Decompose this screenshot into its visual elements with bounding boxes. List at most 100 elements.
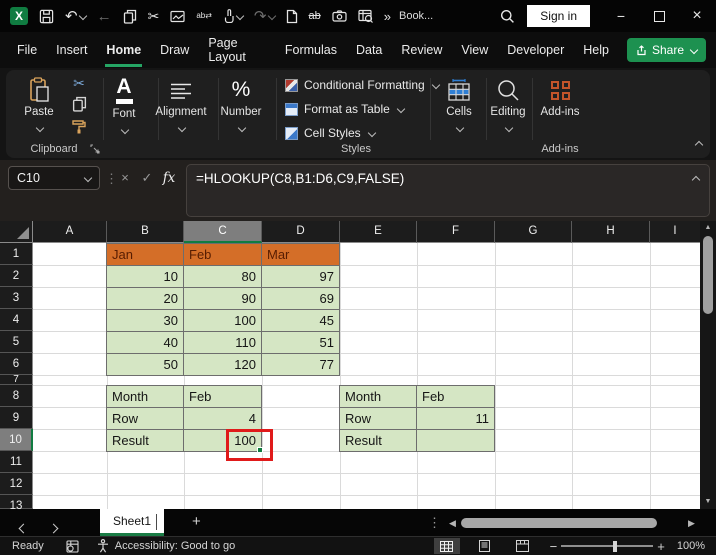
- column-header-g[interactable]: G: [495, 221, 572, 243]
- close-button[interactable]: ×: [678, 0, 716, 32]
- formula-input[interactable]: =HLOOKUP(C8,B1:D6,C9,FALSE): [186, 164, 710, 217]
- cell-d1[interactable]: Mar: [262, 244, 339, 265]
- tab-view[interactable]: View: [460, 33, 489, 67]
- alignment-group-button[interactable]: Alignment: [155, 75, 207, 136]
- cell-b2[interactable]: 10: [107, 266, 183, 287]
- column-header-c[interactable]: C: [184, 221, 262, 243]
- cell-e8[interactable]: Month: [340, 386, 416, 407]
- zoom-slider-thumb[interactable]: [613, 541, 617, 552]
- tab-help[interactable]: Help: [582, 33, 610, 67]
- vertical-scrollbar-thumb[interactable]: [703, 236, 713, 314]
- overflow-icon[interactable]: »: [384, 10, 391, 23]
- tab-draw[interactable]: Draw: [159, 33, 190, 67]
- row-header-4[interactable]: 4: [0, 309, 33, 331]
- copy-icon[interactable]: [123, 9, 137, 24]
- cell-f8[interactable]: Feb: [417, 386, 494, 407]
- cell-b4[interactable]: 30: [107, 310, 183, 331]
- horizontal-scrollbar-thumb[interactable]: [461, 518, 657, 528]
- search-icon[interactable]: [500, 9, 515, 24]
- insert-function-button[interactable]: fx: [160, 170, 178, 186]
- cells-group-button[interactable]: Cells: [435, 75, 483, 136]
- column-header-a[interactable]: A: [33, 221, 107, 243]
- column-header-e[interactable]: E: [340, 221, 417, 243]
- page-layout-view-button[interactable]: [472, 538, 498, 554]
- tab-page-layout[interactable]: Page Layout: [207, 26, 267, 74]
- addins-button[interactable]: Add-ins: [534, 75, 586, 118]
- row-header-13[interactable]: 13: [0, 495, 33, 509]
- share-button[interactable]: Share: [627, 38, 706, 62]
- cell-d5[interactable]: 51: [262, 332, 339, 353]
- tab-formulas[interactable]: Formulas: [284, 33, 338, 67]
- select-all-button[interactable]: [0, 221, 33, 243]
- minimize-button[interactable]: −: [602, 0, 640, 32]
- font-group-button[interactable]: A Font: [100, 75, 148, 138]
- new-file-icon[interactable]: [286, 9, 298, 24]
- zoom-in-button[interactable]: +: [657, 539, 665, 554]
- row-header-3[interactable]: 3: [0, 287, 33, 309]
- row-header-1[interactable]: 1: [0, 243, 33, 265]
- undo-button[interactable]: ↶: [65, 9, 86, 24]
- page-break-view-button[interactable]: [510, 538, 536, 554]
- cell-c8[interactable]: Feb: [184, 386, 261, 407]
- cell-styles-button[interactable]: Cell Styles: [285, 126, 375, 140]
- row-header-5[interactable]: 5: [0, 331, 33, 353]
- collapse-formula-bar-icon[interactable]: [692, 176, 700, 184]
- cancel-button[interactable]: ×: [116, 170, 134, 185]
- name-box[interactable]: C10: [8, 166, 100, 190]
- cell-c9[interactable]: 4: [184, 408, 261, 429]
- vertical-scrollbar[interactable]: ▲ ▼: [700, 221, 716, 509]
- macro-record-icon[interactable]: [66, 540, 79, 553]
- zoom-slider[interactable]: [561, 540, 653, 552]
- add-sheet-button[interactable]: +: [192, 513, 201, 530]
- strikethrough-icon[interactable]: ab: [309, 11, 321, 22]
- column-header-f[interactable]: F: [417, 221, 495, 243]
- cell-c3[interactable]: 90: [184, 288, 261, 309]
- scroll-up-icon[interactable]: ▲: [700, 224, 716, 231]
- zoom-out-button[interactable]: −: [550, 539, 558, 554]
- cell-b9[interactable]: Row: [107, 408, 183, 429]
- tab-file[interactable]: File: [16, 33, 38, 67]
- sign-in-button[interactable]: Sign in: [527, 5, 590, 27]
- cell-b3[interactable]: 20: [107, 288, 183, 309]
- format-as-table-button[interactable]: Format as Table: [285, 102, 404, 116]
- cell-b5[interactable]: 40: [107, 332, 183, 353]
- paste-button[interactable]: Paste: [16, 75, 62, 136]
- row-header-6[interactable]: 6: [0, 353, 33, 375]
- normal-view-button[interactable]: [434, 538, 460, 554]
- cell-d6[interactable]: 77: [262, 354, 339, 375]
- cell-c6[interactable]: 120: [184, 354, 261, 375]
- cell-c4[interactable]: 100: [184, 310, 261, 331]
- tab-data[interactable]: Data: [355, 33, 383, 67]
- accessibility-icon[interactable]: [97, 539, 109, 553]
- row-header-7[interactable]: 7: [0, 375, 33, 385]
- tab-review[interactable]: Review: [400, 33, 443, 67]
- cell-c2[interactable]: 80: [184, 266, 261, 287]
- editing-group-button[interactable]: Editing: [484, 75, 532, 136]
- column-header-b[interactable]: B: [107, 221, 184, 243]
- save-icon[interactable]: [39, 9, 54, 24]
- tab-insert[interactable]: Insert: [55, 33, 88, 67]
- touch-mode-button[interactable]: [223, 9, 243, 23]
- maximize-button[interactable]: [640, 0, 678, 32]
- enter-button[interactable]: ✓: [138, 170, 156, 186]
- sheet-options-icon[interactable]: ⋮: [428, 515, 441, 531]
- sheet-tab-sheet1[interactable]: Sheet1: [100, 509, 164, 536]
- cell-e10[interactable]: Result: [340, 430, 416, 451]
- row-header-2[interactable]: 2: [0, 265, 33, 287]
- cell-b1[interactable]: Jan: [107, 244, 183, 265]
- next-sheet-button[interactable]: [48, 519, 57, 537]
- number-group-button[interactable]: % Number: [217, 75, 265, 136]
- cell-f9[interactable]: 11: [417, 408, 494, 429]
- cell-d3[interactable]: 69: [262, 288, 339, 309]
- scroll-down-icon[interactable]: ▼: [700, 498, 716, 505]
- cell-d4[interactable]: 45: [262, 310, 339, 331]
- dialog-launcher-icon[interactable]: [90, 144, 100, 154]
- scroll-left-icon[interactable]: ◀: [449, 518, 456, 529]
- format-painter-button[interactable]: [71, 118, 87, 134]
- tab-home[interactable]: Home: [105, 33, 142, 67]
- prev-sheet-button[interactable]: [18, 519, 27, 537]
- find-replace-icon[interactable]: ab⇄: [196, 12, 212, 20]
- copy-button[interactable]: [72, 96, 87, 112]
- cell-b6[interactable]: 50: [107, 354, 183, 375]
- collapse-ribbon-icon[interactable]: [695, 141, 703, 149]
